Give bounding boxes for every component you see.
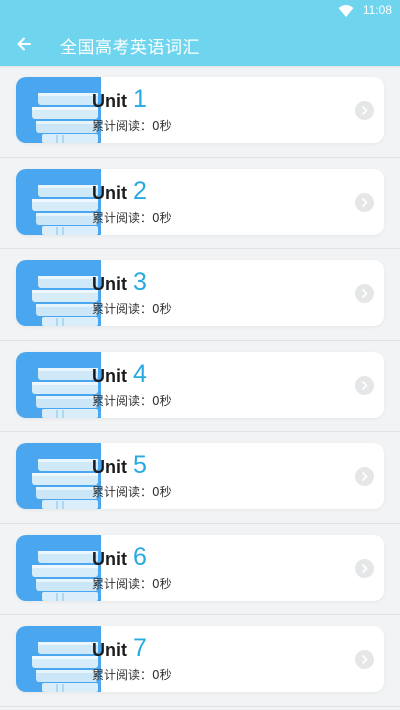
reading-time: 累计阅读：0秒: [92, 119, 172, 133]
wifi-icon: [338, 5, 354, 17]
books-stack-icon: [16, 534, 101, 601]
books-thumbnail: [16, 443, 101, 509]
unit-label: Unit: [92, 457, 127, 477]
books-stack-icon: [16, 168, 101, 235]
unit-title: Unit 6: [92, 543, 147, 572]
books-thumbnail: [16, 168, 101, 235]
list-item: Unit 2 累计阅读：0秒: [0, 158, 400, 249]
unit-label: Unit: [92, 548, 127, 569]
unit-number: 5: [133, 451, 147, 479]
chevron-right-icon[interactable]: [355, 101, 374, 120]
list-item: Unit 4 累计阅读：0秒: [0, 341, 400, 432]
reading-time: 累计阅读：0秒: [92, 210, 172, 225]
reading-time: 累计阅读：0秒: [92, 576, 172, 591]
page-title: 全国高考英语词汇: [60, 38, 200, 58]
books-stack-icon: [16, 260, 101, 326]
unit-number: 6: [133, 542, 147, 571]
unit-label: Unit: [92, 91, 127, 111]
unit-card[interactable]: Unit 4 累计阅读：0秒: [16, 351, 384, 418]
unit-card[interactable]: Unit 2 累计阅读：0秒: [16, 168, 384, 235]
reading-time: 累计阅读：0秒: [92, 668, 172, 682]
unit-number: 4: [133, 359, 147, 388]
status-bar: 11:08: [0, 0, 400, 22]
chevron-right-icon[interactable]: [355, 558, 374, 578]
unit-list: Unit 1 累计阅读：0秒 Unit 2 累计阅读：0秒 Unit 3 累计阅…: [0, 66, 400, 707]
reading-time: 累计阅读：0秒: [92, 302, 172, 316]
list-item: Unit 7 累计阅读：0秒: [0, 615, 400, 707]
unit-title: Unit 4: [92, 360, 147, 389]
unit-title: Unit 5: [92, 451, 147, 480]
list-item: Unit 1 累计阅读：0秒: [0, 66, 400, 158]
unit-number: 3: [133, 268, 147, 296]
unit-card[interactable]: Unit 6 累计阅读：0秒: [16, 534, 384, 601]
unit-label: Unit: [92, 365, 127, 386]
chevron-right-icon[interactable]: [355, 284, 374, 303]
status-time: 11:08: [362, 3, 392, 17]
unit-title: Unit 3: [92, 268, 147, 297]
chevron-right-icon[interactable]: [355, 467, 374, 486]
books-stack-icon: [16, 77, 101, 143]
unit-card[interactable]: Unit 3 累计阅读：0秒: [16, 260, 384, 326]
unit-label: Unit: [92, 640, 127, 660]
books-thumbnail: [16, 351, 101, 418]
unit-card[interactable]: Unit 1 累计阅读：0秒: [16, 77, 384, 143]
unit-title: Unit 1: [92, 85, 147, 114]
unit-title: Unit 7: [92, 634, 147, 663]
chevron-right-icon[interactable]: [355, 375, 374, 395]
chevron-right-icon[interactable]: [355, 192, 374, 212]
unit-label: Unit: [92, 182, 127, 203]
list-item: Unit 5 累计阅读：0秒: [0, 432, 400, 524]
unit-number: 7: [133, 634, 147, 662]
books-stack-icon: [16, 351, 101, 418]
arrow-left-icon[interactable]: [14, 34, 34, 54]
unit-card[interactable]: Unit 7 累计阅读：0秒: [16, 626, 384, 692]
books-thumbnail: [16, 534, 101, 601]
books-thumbnail: [16, 260, 101, 326]
unit-card[interactable]: Unit 5 累计阅读：0秒: [16, 443, 384, 509]
app-bar: 全国高考英语词汇: [0, 22, 400, 66]
list-item: Unit 3 累计阅读：0秒: [0, 249, 400, 341]
books-stack-icon: [16, 443, 101, 509]
unit-title: Unit 2: [92, 177, 147, 206]
reading-time: 累计阅读：0秒: [92, 485, 172, 499]
books-thumbnail: [16, 77, 101, 143]
unit-number: 2: [133, 176, 147, 205]
unit-label: Unit: [92, 274, 127, 294]
books-stack-icon: [16, 626, 101, 692]
unit-number: 1: [133, 85, 147, 113]
list-item: Unit 6 累计阅读：0秒: [0, 524, 400, 615]
chevron-right-icon[interactable]: [355, 650, 374, 669]
reading-time: 累计阅读：0秒: [92, 393, 172, 408]
books-thumbnail: [16, 626, 101, 692]
